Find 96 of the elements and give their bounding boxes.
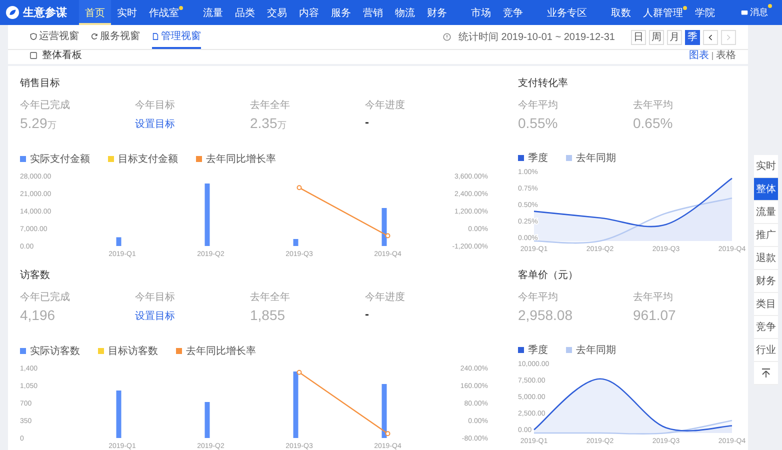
metric-label: 今年已完成 <box>20 290 71 304</box>
board-title: 整体看板 <box>42 50 82 62</box>
nav-tab[interactable]: 市场 <box>465 0 497 25</box>
period-button[interactable]: 日 <box>631 30 646 44</box>
nav-tab[interactable]: 取数 <box>605 0 637 25</box>
anchor-nav-item[interactable]: 实时 <box>754 155 778 178</box>
metric-value: 5.29万 <box>20 115 58 132</box>
metric-label: 今年目标 <box>135 98 176 112</box>
view-toggle-link[interactable]: 表格 <box>716 50 736 61</box>
arrow-up-icon <box>761 368 771 378</box>
document-icon <box>152 32 159 40</box>
metric-label: 今年平均 <box>518 99 559 112</box>
bar <box>204 184 210 246</box>
section-title: 销售目标 <box>20 76 61 90</box>
legend-label: 实际支付金额 <box>30 152 90 166</box>
chevron-left-icon <box>708 34 713 40</box>
bar <box>382 208 387 246</box>
logo-icon <box>6 6 19 19</box>
anchor-nav-item[interactable]: 竞争 <box>754 316 778 339</box>
anchor-nav-item[interactable]: 流量 <box>754 201 778 224</box>
nav-tab[interactable]: 内容 <box>293 0 325 25</box>
period-button[interactable]: 月 <box>667 30 682 44</box>
legend-label: 去年同期 <box>576 344 616 357</box>
shield-icon <box>30 32 37 40</box>
legend-label: 目标访客数 <box>108 344 158 358</box>
chevron-right-icon <box>726 34 731 40</box>
chat-icon <box>741 10 748 16</box>
section-title: 客单价（元） <box>518 268 579 282</box>
set-target-link[interactable]: 设置目标 <box>135 117 175 131</box>
section-title: 支付转化率 <box>518 76 569 90</box>
set-target-link[interactable]: 设置目标 <box>135 309 175 323</box>
legend-label: 季度 <box>528 344 548 357</box>
metric-value: 2,958.08 <box>518 307 574 323</box>
nav-tab[interactable]: 竞争 <box>497 0 529 25</box>
anchor-nav-item[interactable]: 行业 <box>754 339 778 362</box>
metric-label: 今年平均 <box>518 291 559 304</box>
date-range-text: 统计时间 2019-10-01 ~ 2019-12-31 <box>458 30 615 44</box>
bar <box>204 402 210 438</box>
nav-tab[interactable]: 营销 <box>357 0 389 25</box>
period-button[interactable]: 周 <box>649 30 664 44</box>
metric-value: - <box>365 307 370 321</box>
legend-label: 目标支付金额 <box>118 152 178 166</box>
view-tab[interactable]: 运营视窗 <box>30 25 79 49</box>
metric-label: 去年全年 <box>250 98 291 112</box>
metric-label: 今年进度 <box>365 98 406 112</box>
bar <box>293 239 298 246</box>
metric-label: 去年平均 <box>633 98 674 112</box>
anchor-nav-item[interactable]: 推广 <box>754 224 778 247</box>
app-name: 生意参谋 <box>23 6 67 20</box>
nav-tab[interactable]: 交易 <box>261 0 293 25</box>
view-toggle-link[interactable]: 图表 <box>689 50 709 61</box>
nav-tab[interactable]: 人群管理 <box>637 0 689 25</box>
section-title: 访客数 <box>20 268 51 282</box>
metric-label: 去年平均 <box>633 290 674 304</box>
metric-label: 今年进度 <box>365 290 406 304</box>
nav-tab[interactable]: 首页 <box>79 0 111 25</box>
nav-tab[interactable]: 物流 <box>389 0 421 25</box>
nav-tab[interactable]: 作战室 <box>143 0 185 25</box>
bar <box>116 237 122 246</box>
refresh-icon <box>91 32 98 40</box>
bar <box>116 390 122 438</box>
nav-tab[interactable]: 业务专区 <box>541 0 593 25</box>
back-to-top-button[interactable] <box>754 362 778 385</box>
legend-label: 去年同比增长率 <box>206 152 276 166</box>
metric-value: 2.35万 <box>250 115 288 132</box>
bar <box>382 384 387 438</box>
anchor-nav-item[interactable]: 退款 <box>754 247 778 270</box>
nav-tab[interactable]: 实时 <box>111 0 143 25</box>
metric-label: 今年已完成 <box>20 98 71 112</box>
legend-label: 去年同比增长率 <box>186 344 256 358</box>
metric-label: 去年全年 <box>250 290 291 304</box>
nav-tab[interactable]: 流量 <box>197 0 229 25</box>
anchor-nav-item[interactable]: 整体 <box>754 178 778 201</box>
metric-value: 4,196 <box>20 307 56 323</box>
metric-value: 0.55% <box>518 115 559 131</box>
metric-label: 今年目标 <box>135 290 176 304</box>
nav-tab[interactable]: 学院 <box>689 0 721 25</box>
metric-value: - <box>365 115 370 129</box>
nav-tab[interactable]: 品类 <box>229 0 261 25</box>
view-tab[interactable]: 服务视窗 <box>91 25 140 49</box>
nav-tab[interactable]: 服务 <box>325 0 357 25</box>
period-button[interactable]: 季 <box>685 30 700 44</box>
info-icon <box>442 33 451 41</box>
nav-tab[interactable]: 财务 <box>421 0 453 25</box>
messages-link[interactable]: 消息 <box>735 0 774 25</box>
metric-value: 0.65% <box>633 115 674 131</box>
metric-value: 961.07 <box>633 307 677 323</box>
previous-button[interactable] <box>703 30 718 44</box>
anchor-nav-item[interactable]: 财务 <box>754 270 778 293</box>
dashboard-icon <box>30 52 37 59</box>
metric-value: 1,855 <box>250 307 286 323</box>
legend-label: 去年同期 <box>576 152 616 165</box>
bar <box>293 372 298 438</box>
legend-label: 实际访客数 <box>30 344 80 358</box>
legend-label: 季度 <box>528 152 548 165</box>
anchor-nav-item[interactable]: 类目 <box>754 293 778 316</box>
